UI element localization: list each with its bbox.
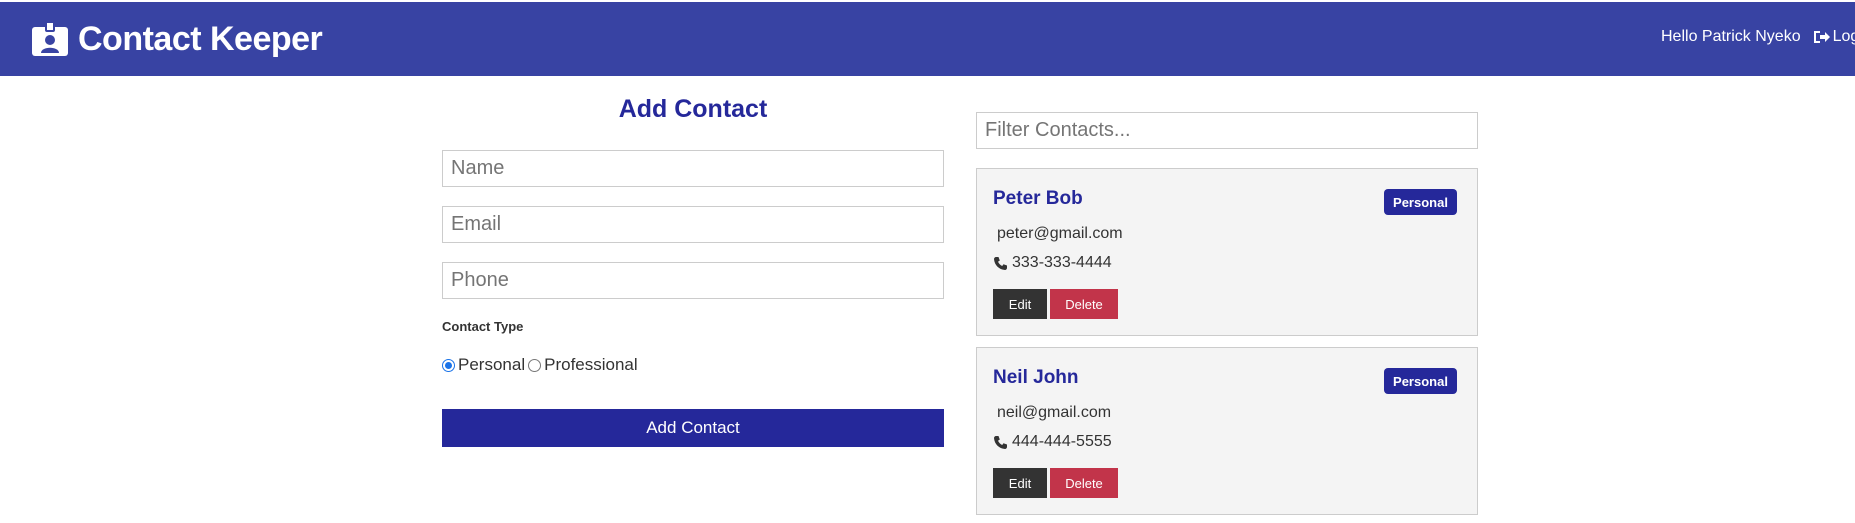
contact-phone: 333-333-4444 <box>1012 254 1112 271</box>
sign-out-icon <box>1813 31 1830 43</box>
contact-type-badge: Personal <box>1384 189 1457 215</box>
nav-right: Hello Patrick Nyeko Logo <box>1661 28 1855 46</box>
radio-personal[interactable] <box>442 358 455 372</box>
contact-type-options: Personal Professional <box>442 355 641 375</box>
app-title: Contact Keeper <box>78 20 323 58</box>
delete-button[interactable]: Delete <box>1050 468 1118 498</box>
contact-type-badge: Personal <box>1384 368 1457 394</box>
contact-card: Neil John Personal neil@gmail.com 444-44… <box>976 347 1478 515</box>
filter-contacts-input[interactable] <box>976 112 1478 149</box>
user-greeting: Hello Patrick Nyeko <box>1661 28 1801 45</box>
brand[interactable]: Contact Keeper <box>32 19 323 59</box>
radio-personal-label[interactable]: Personal <box>458 355 525 375</box>
navbar: Contact Keeper Hello Patrick Nyeko Logo <box>0 2 1855 76</box>
contact-type-label: Contact Type <box>442 319 524 334</box>
contact-card: Peter Bob Personal peter@gmail.com 333-3… <box>976 168 1478 336</box>
phone-input[interactable] <box>442 262 944 299</box>
email-input[interactable] <box>442 206 944 243</box>
contact-phone-row: 333-333-4444 <box>993 254 1112 272</box>
add-contact-button[interactable]: Add Contact <box>442 409 944 447</box>
contact-name: Neil John <box>993 367 1079 388</box>
form-title: Add Contact <box>618 95 768 123</box>
radio-professional-label[interactable]: Professional <box>544 355 638 375</box>
phone-icon <box>994 256 1007 270</box>
edit-button[interactable]: Edit <box>993 289 1047 319</box>
contact-email: neil@gmail.com <box>997 404 1112 421</box>
phone-icon <box>994 435 1007 449</box>
delete-button[interactable]: Delete <box>1050 289 1118 319</box>
contact-phone-row: 444-444-5555 <box>993 433 1112 451</box>
logout-label: Logo <box>1832 28 1855 45</box>
contact-phone: 444-444-5555 <box>1012 433 1112 450</box>
edit-button[interactable]: Edit <box>993 468 1047 498</box>
contact-name: Peter Bob <box>993 188 1083 209</box>
name-input[interactable] <box>442 150 944 187</box>
contact-email: peter@gmail.com <box>997 225 1123 242</box>
radio-professional[interactable] <box>528 358 542 372</box>
id-badge-icon <box>32 22 68 56</box>
logout-link[interactable]: Logo <box>1813 28 1855 46</box>
